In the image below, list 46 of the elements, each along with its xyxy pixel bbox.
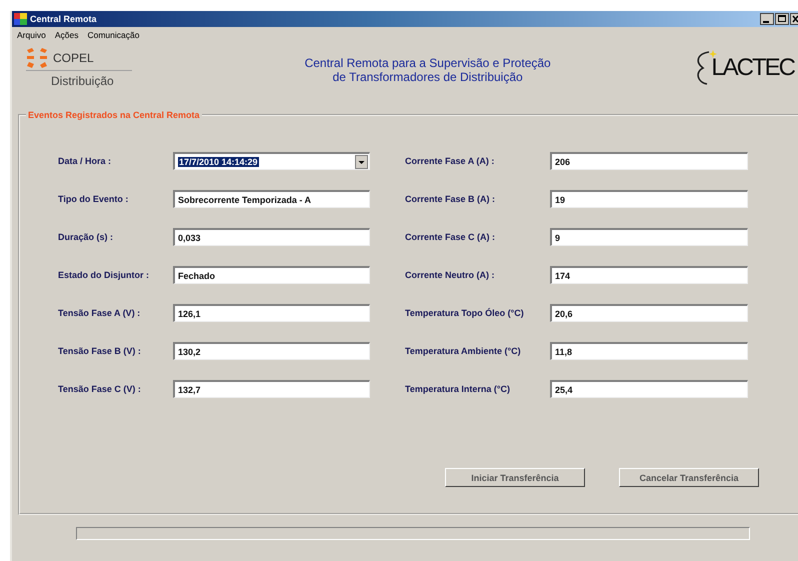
text-field[interactable]: 174 xyxy=(550,266,748,284)
field-label: Corrente Neutro (A) : xyxy=(405,270,496,280)
logo-icon xyxy=(26,48,48,68)
text-field[interactable]: 11,8 xyxy=(550,342,748,360)
transfer-button[interactable]: Iniciar Transferência xyxy=(445,468,585,487)
field-label: Tensão Fase C (V) : xyxy=(58,384,142,394)
brand-name: COPEL xyxy=(53,51,94,65)
menu-item[interactable]: Comunicação xyxy=(87,30,140,42)
field-label: Tensão Fase B (V) : xyxy=(58,346,142,356)
menu-item[interactable]: Ações xyxy=(54,30,78,42)
text-field[interactable]: Sobrecorrente Temporizada - A xyxy=(173,190,370,208)
menu-item[interactable]: Arquivo xyxy=(17,30,46,42)
app-icon xyxy=(14,13,27,25)
partner-logo: LACTEC xyxy=(693,48,794,88)
text-field[interactable]: 0,033 xyxy=(173,228,370,246)
text-field[interactable]: 19 xyxy=(550,190,748,208)
text-field[interactable]: 130,2 xyxy=(173,342,370,360)
text-field[interactable]: Fechado xyxy=(173,266,370,284)
field-label: Temperatura Ambiente (°C) xyxy=(405,346,522,356)
header-title: Central Remota para a Supervisão e Proteção xyxy=(304,56,551,70)
text-field[interactable]: 132,7 xyxy=(173,380,370,398)
window-title: Central Remota xyxy=(30,14,97,24)
group-title: Eventos Registrados na Central Remota xyxy=(27,110,201,120)
field-label: Data / Hora : xyxy=(58,156,112,166)
transfer-button[interactable]: Cancelar Transferência xyxy=(619,468,759,487)
maximize-icon[interactable] xyxy=(775,13,789,25)
field-label: Tipo do Evento : xyxy=(58,194,130,204)
brand-subtitle: Distribuição xyxy=(51,74,115,88)
field-label: Estado do Disjuntor : xyxy=(58,270,150,280)
header-title: de Transformadores de Distribuição xyxy=(332,70,523,84)
text-field[interactable]: 206 xyxy=(550,152,748,170)
date-combo[interactable]: 17/7/2010 14:14:29 xyxy=(173,152,370,170)
field-label: Corrente Fase B (A) : xyxy=(405,194,496,204)
text-field[interactable]: 20,6 xyxy=(550,304,748,322)
minimize-icon[interactable] xyxy=(760,13,774,25)
text-field[interactable]: 25,4 xyxy=(550,380,748,398)
field-label: Temperatura Topo Óleo (°C) xyxy=(405,308,525,318)
field-label: Corrente Fase A (A) : xyxy=(405,156,496,166)
field-label: Corrente Fase C (A) : xyxy=(405,232,496,242)
text-field[interactable]: 9 xyxy=(550,228,748,246)
field-label: Duração (s) : xyxy=(58,232,114,242)
dropdown-icon[interactable] xyxy=(355,154,368,168)
text-field[interactable]: 126,1 xyxy=(173,304,370,322)
field-label: Temperatura Interna (°C) xyxy=(405,384,511,394)
field-label: Tensão Fase A (V) : xyxy=(58,308,142,318)
close-icon[interactable] xyxy=(790,13,798,25)
